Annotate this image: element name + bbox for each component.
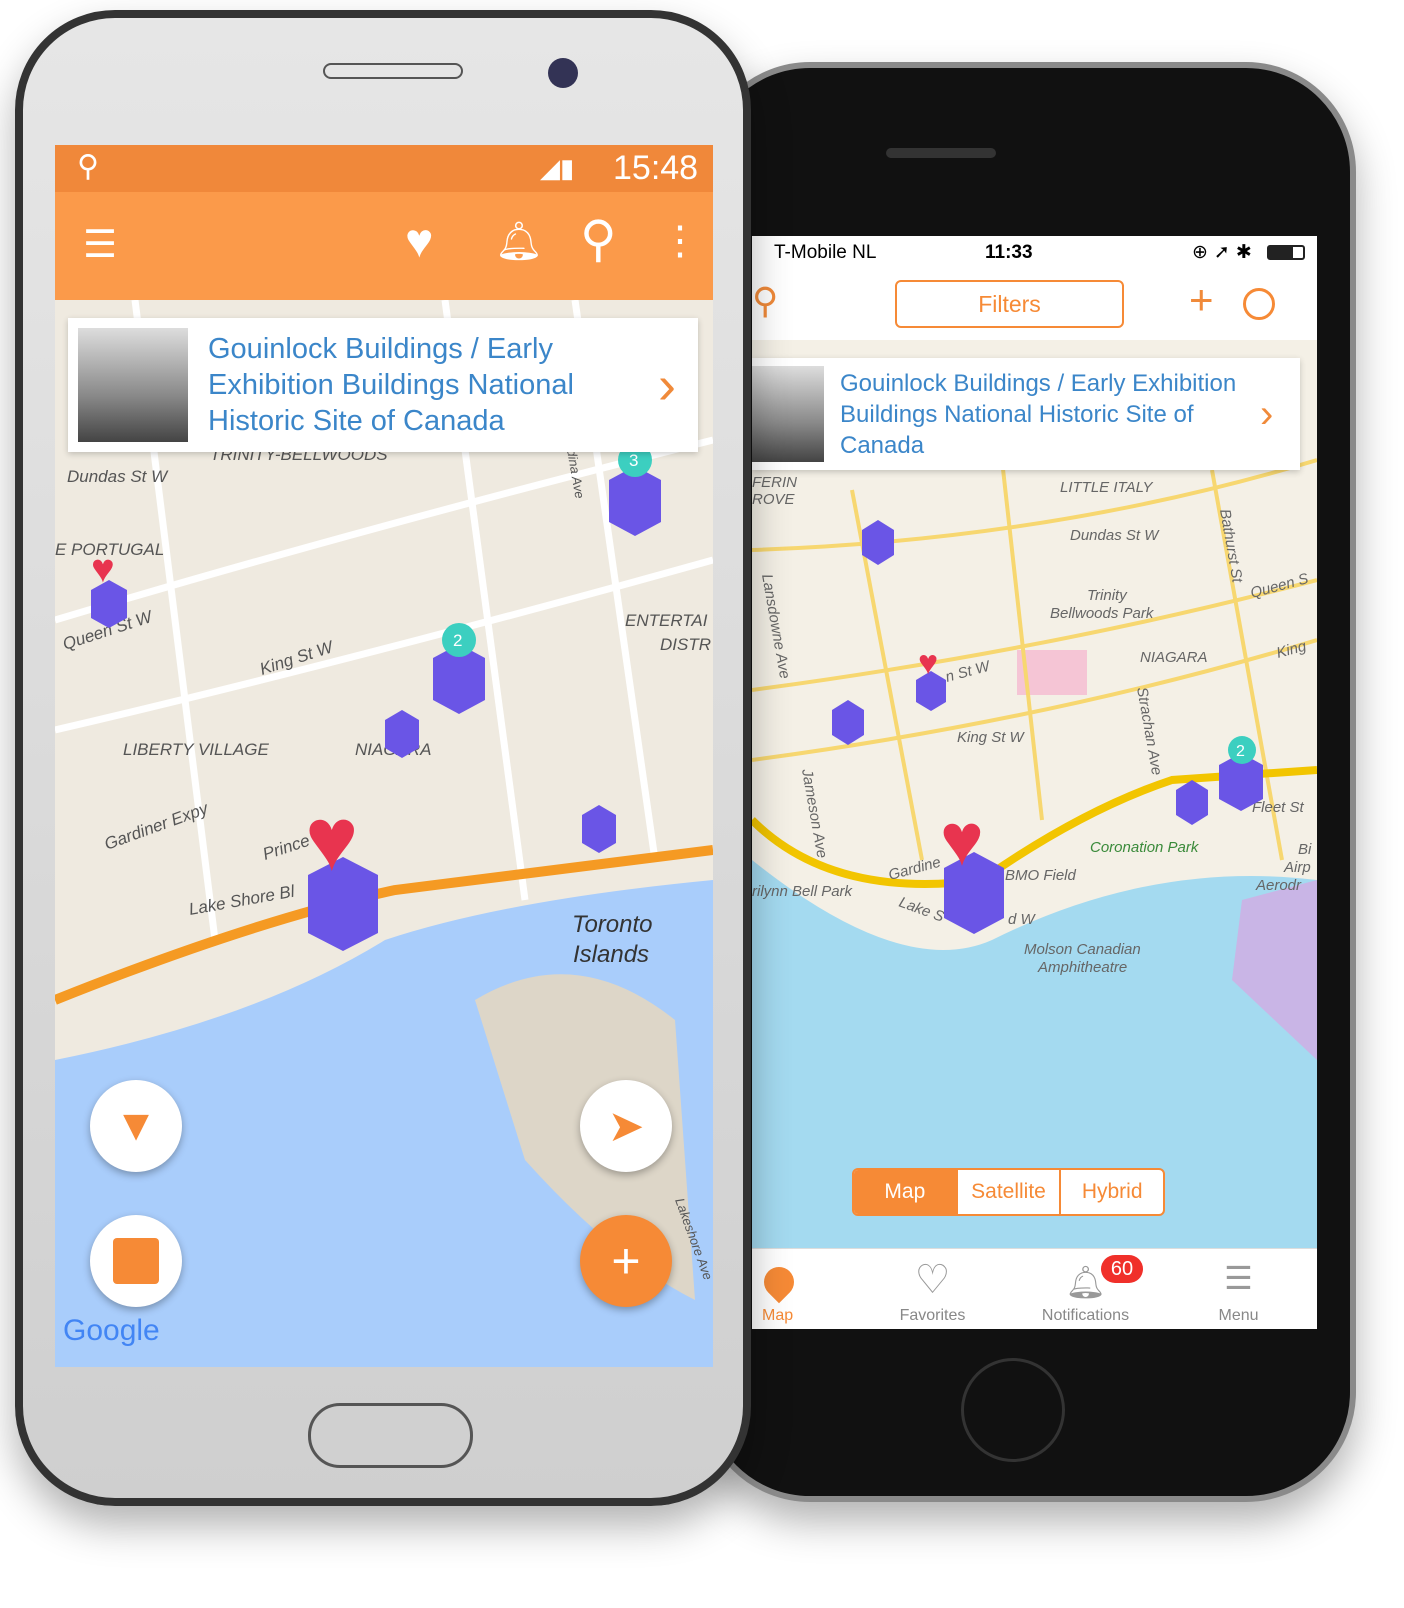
map-label: LITTLE ITALY (1060, 479, 1154, 496)
home-button[interactable] (961, 1358, 1065, 1462)
status-time: 15:48 (613, 149, 699, 187)
status-time: 11:33 (985, 242, 1033, 263)
map-label: Bellwoods Park (1050, 605, 1155, 622)
battery-icon (1267, 245, 1305, 260)
map-label: Toronto (572, 911, 653, 938)
android-toolbar: ☰ ♥ 🔔︎ ⚲ ⋮ (55, 192, 713, 300)
add-button[interactable]: + (580, 1215, 672, 1307)
notification-badge: 60 (1101, 1255, 1143, 1283)
map-label: Aerodr (1255, 877, 1302, 894)
map-label: ROVE (752, 491, 796, 508)
navigation-button[interactable]: ➤ (580, 1080, 672, 1172)
place-marker[interactable] (582, 805, 616, 853)
heart-icon: ♥ (91, 547, 115, 591)
camera (548, 58, 578, 88)
more-vert-icon[interactable]: ⋮ (660, 218, 700, 264)
ios-status-bar: T-Mobile NL 11:33 ⊕➚✱ (752, 236, 1317, 270)
place-thumbnail (78, 328, 188, 442)
cluster-count: 2 (453, 631, 462, 650)
filter-icon: ▼ (114, 1101, 158, 1150)
map-label: Coronation Park (1090, 839, 1200, 856)
iphone-screen: T-Mobile NL 11:33 ⊕➚✱ ⚲ Filters + FERIN … (752, 236, 1317, 1329)
menu-icon[interactable]: ☰ (83, 222, 117, 267)
home-button[interactable] (308, 1403, 473, 1468)
place-title: Gouinlock Buildings / Early Exhibition B… (840, 369, 1237, 459)
heart-icon: ♥ (940, 798, 984, 881)
map-label: BMO Field (1005, 867, 1077, 884)
map-label: ENTERTAI (625, 611, 708, 630)
map-label: LIBERTY VILLAGE (123, 740, 269, 759)
ios-map[interactable]: FERIN ROVE LITTLE ITALY Dundas St W Bath… (752, 340, 1317, 1248)
place-card[interactable]: Gouinlock Buildings / Early Exhibition B… (68, 318, 698, 452)
search-icon[interactable]: ⚲ (752, 280, 778, 322)
map-label: DISTR (660, 635, 711, 654)
heart-icon: ♥ (305, 790, 358, 890)
place-title: Gouinlock Buildings / Early Exhibition B… (208, 333, 574, 437)
heart-icon: ♥ (918, 644, 938, 682)
tab-favorites[interactable]: ♡ Favorites (862, 1249, 1003, 1329)
map-label: Molson Canadian (1024, 941, 1141, 958)
map-type-satellite[interactable]: Satellite (955, 1170, 1060, 1214)
map-label: Bi (1298, 841, 1312, 858)
signal-icon: ◢▮ (540, 153, 575, 183)
image-icon (113, 1238, 159, 1284)
map-label: NIAGARA (1140, 649, 1208, 666)
bell-icon[interactable]: 🔔︎ (495, 220, 543, 264)
speaker (323, 63, 463, 79)
tab-menu[interactable]: ☰ Menu (1168, 1249, 1309, 1329)
cluster-count: 2 (1236, 743, 1245, 760)
place-card[interactable]: Gouinlock Buildings / Early Exhibition B… (752, 358, 1300, 470)
status-icons: ⊕➚✱ (1192, 242, 1258, 263)
heart-outline-icon: ♡ (914, 1258, 951, 1302)
filter-button[interactable]: ▼ (90, 1080, 182, 1172)
android-status-bar: ⚲ ◢▮ 15:48 (55, 145, 713, 192)
android-screen: Dundas St W TRINITY-BELLWOODS E PORTUGAL… (55, 145, 713, 1367)
chevron-right-icon[interactable]: › (658, 354, 676, 416)
map-label: Dundas St W (1070, 527, 1160, 544)
map-label: rilynn Bell Park (752, 883, 854, 900)
filters-button[interactable]: Filters (895, 280, 1124, 328)
ios-nav-bar: ⚲ Filters + (752, 270, 1317, 340)
google-logo: Google (63, 1314, 160, 1347)
location-pin-icon: ⚲ (77, 150, 99, 183)
chevron-right-icon[interactable]: › (1260, 392, 1273, 437)
menu-icon: ☰ (1224, 1260, 1253, 1296)
map-label: Trinity (1087, 587, 1128, 604)
map-label: Islands (573, 941, 649, 968)
map-type-control[interactable]: Map Satellite Hybrid (852, 1168, 1165, 1216)
map-label: King St W (957, 729, 1026, 746)
carrier: T-Mobile NL (774, 242, 877, 263)
tab-notifications[interactable]: 🔔︎ Notifications 60 (1015, 1249, 1156, 1329)
photo-button[interactable] (90, 1215, 182, 1307)
map-label: Fleet St (1252, 799, 1305, 816)
map-type-map[interactable]: Map (854, 1170, 956, 1214)
heart-icon[interactable]: ♥ (405, 214, 434, 269)
place-marker[interactable] (385, 710, 419, 758)
map-label: FERIN (752, 474, 797, 491)
earpiece (886, 148, 996, 158)
android-map[interactable]: Dundas St W TRINITY-BELLWOODS E PORTUGAL… (55, 300, 713, 1367)
place-thumbnail (752, 366, 824, 462)
map-type-hybrid[interactable]: Hybrid (1059, 1170, 1163, 1214)
map-label: Dundas St W (67, 467, 169, 486)
add-icon[interactable]: + (1189, 276, 1214, 324)
map-label: Amphitheatre (1037, 959, 1127, 976)
map-pin-icon (757, 1260, 801, 1304)
locate-icon[interactable] (1243, 288, 1275, 320)
tab-bar: Map ♡ Favorites 🔔︎ Notifications 60 ☰ Menu (752, 1248, 1317, 1329)
map-label: d W (1008, 911, 1037, 928)
cluster-count: 3 (629, 451, 638, 470)
plus-icon: + (611, 1233, 641, 1289)
search-icon[interactable]: ⚲ (580, 210, 617, 268)
map-label: Airp (1283, 859, 1311, 876)
navigation-icon: ➤ (607, 1101, 645, 1151)
